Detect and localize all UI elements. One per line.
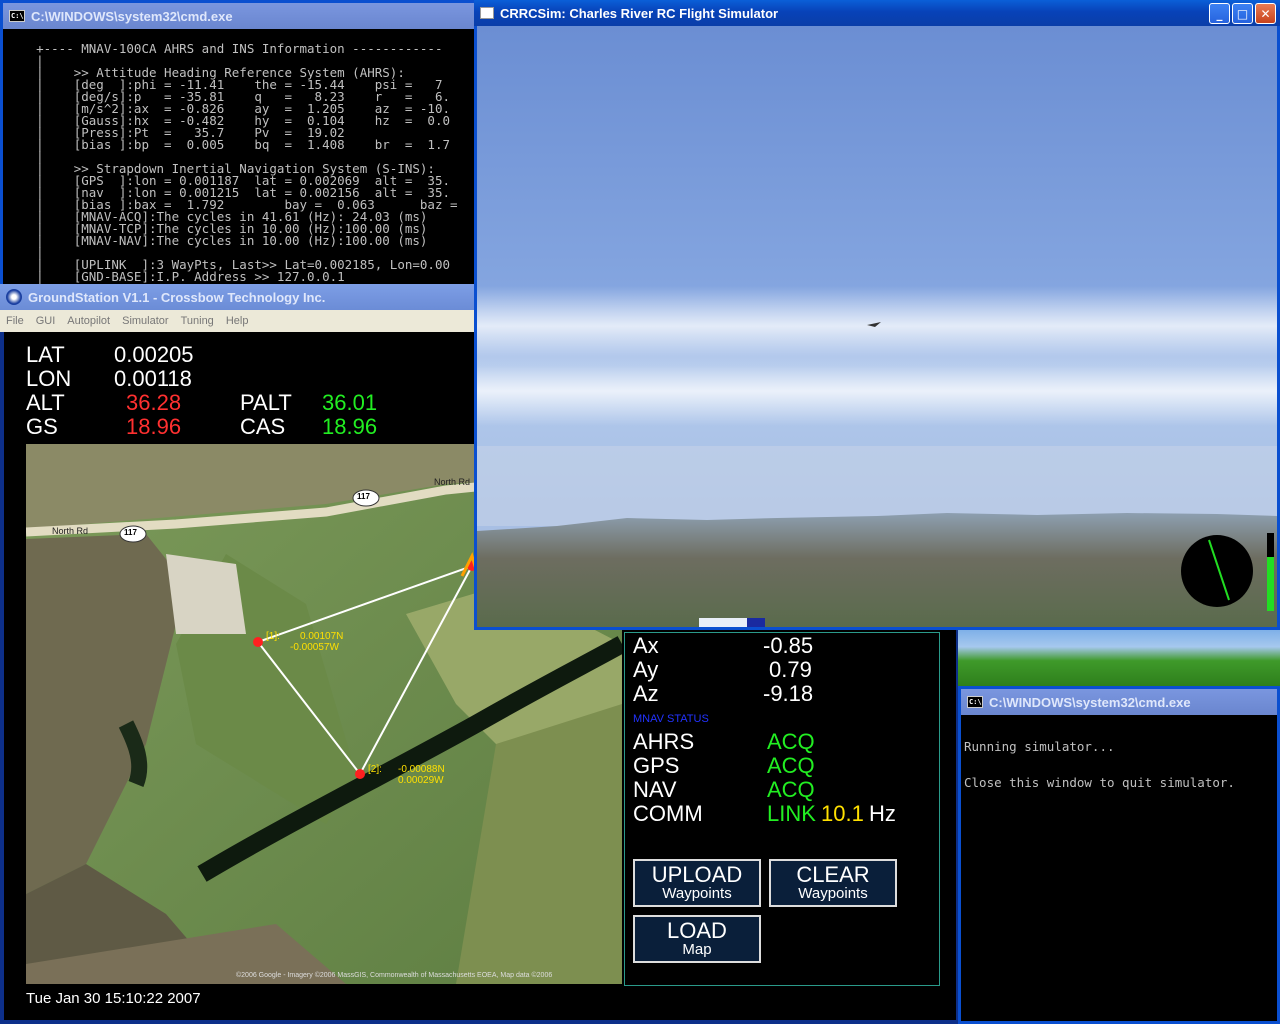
waypoint-1-lon: -0.00057W (290, 642, 339, 653)
clear-button-sublabel: Waypoints (798, 885, 868, 902)
menu-help[interactable]: Help (226, 315, 249, 327)
crrcsim-titlebar[interactable]: CRRCSim: Charles River RC Flight Simulat… (474, 0, 1280, 26)
maximize-icon: □ (1236, 6, 1249, 21)
console-line: Running simulator... (964, 739, 1115, 754)
map-copyright: ©2006 Google - Imagery ©2006 MassGIS, Co… (236, 972, 553, 979)
comm-label: COMM (633, 801, 703, 826)
cmd-icon: C:\ (967, 696, 983, 708)
mnav-status-label: MNAV STATUS (633, 713, 709, 725)
load-button-label: LOAD (667, 918, 727, 943)
ahrs-status: ACQ (767, 729, 815, 754)
gps-label: GPS (633, 753, 680, 778)
gs-label: GS (26, 414, 58, 439)
nav-label: NAV (633, 777, 677, 802)
waypoint-2-label: [2]: (368, 764, 382, 775)
alt-label: ALT (26, 390, 65, 415)
upload-waypoints-button[interactable]: UPLOAD Waypoints (633, 859, 761, 907)
route-shield-117-west: 117 (124, 528, 137, 537)
menu-autopilot[interactable]: Autopilot (67, 315, 110, 327)
waypoint-2-lon: 0.00029W (398, 775, 444, 786)
cmd-top-titlebar[interactable]: C:\ C:\WINDOWS\system32\cmd.exe (3, 3, 477, 29)
palt-value: 36.01 (322, 390, 378, 415)
ax-label: Ax (633, 633, 659, 658)
groundstation-app-icon (6, 289, 22, 305)
close-button[interactable]: ✕ (1255, 3, 1276, 24)
load-button-sublabel: Map (682, 941, 712, 958)
cmd-icon: C:\ (9, 10, 25, 22)
waypoint-2-lat: -0.00088N (398, 764, 445, 775)
sim-3d-view[interactable] (477, 26, 1277, 627)
console-line: | [MNAV-NAV]:The cycles in 10.00 (Hz):10… (6, 233, 428, 248)
road-label-north-rd-west: North Rd (52, 526, 89, 536)
menu-file[interactable]: File (6, 315, 24, 327)
gs-value: 18.96 (126, 414, 182, 439)
console-line: Close this window to quit simulator. (964, 775, 1235, 790)
cmd-bottom-console[interactable]: Running simulator... Close this window t… (961, 715, 1277, 1021)
lon-value: 0.00118 (114, 366, 192, 391)
lon-label: LON (26, 366, 72, 391)
waypoint-1-label: [1]: (266, 631, 280, 642)
cmd-bottom-titlebar[interactable]: C:\ C:\WINDOWS\system32\cmd.exe (961, 689, 1277, 715)
minimize-button[interactable]: _ (1209, 3, 1230, 24)
cmd-window-bottom[interactable]: C:\ C:\WINDOWS\system32\cmd.exe Running … (958, 686, 1280, 1024)
menu-tuning[interactable]: Tuning (181, 315, 214, 327)
cmd-top-title: C:\WINDOWS\system32\cmd.exe (31, 8, 233, 24)
palt-label: PALT (240, 390, 292, 415)
cmd-window-top[interactable]: C:\ C:\WINDOWS\system32\cmd.exe +---- MN… (0, 0, 480, 290)
console-line: | [bias ]:bp = 0.005 bq = 1.408 br = 1.7 (6, 137, 451, 152)
cmd-bottom-title: C:\WINDOWS\system32\cmd.exe (989, 694, 1191, 710)
az-label: Az (633, 681, 659, 706)
menu-simulator[interactable]: Simulator (122, 315, 168, 327)
menu-gui[interactable]: GUI (36, 315, 56, 327)
clear-button-label: CLEAR (796, 862, 870, 887)
crrcsim-title: CRRCSim: Charles River RC Flight Simulat… (500, 5, 779, 21)
console-line: +---- MNAV-100CA AHRS and INS Informatio… (6, 41, 443, 56)
route-shield-117-east: 117 (357, 492, 370, 501)
cmd-top-console[interactable]: +---- MNAV-100CA AHRS and INS Informatio… (3, 29, 477, 287)
gps-status: ACQ (767, 753, 815, 778)
cas-value: 18.96 (322, 414, 378, 439)
crrcsim-app-icon (480, 7, 494, 19)
clear-waypoints-button[interactable]: CLEAR Waypoints (769, 859, 897, 907)
waypoint-1-lat: 0.00107N (300, 631, 344, 642)
close-icon: ✕ (1260, 6, 1271, 21)
crrcsim-window[interactable]: CRRCSim: Charles River RC Flight Simulat… (474, 0, 1280, 630)
lat-label: LAT (26, 342, 65, 367)
lat-value: 0.00205 (114, 342, 194, 367)
sim-scene (477, 286, 1277, 627)
comm-rate: 10.1 (821, 801, 864, 826)
minimize-icon: _ (1216, 6, 1223, 21)
ay-value: 0.79 (769, 657, 812, 682)
groundstation-title: GroundStation V1.1 - Crossbow Technology… (28, 289, 326, 305)
ax-value: -0.85 (763, 633, 814, 658)
comm-unit: Hz (869, 801, 896, 826)
desktop-wallpaper (958, 630, 1280, 686)
ay-label: Ay (633, 657, 659, 682)
upload-button-label: UPLOAD (651, 862, 743, 887)
timestamp: Tue Jan 30 15:10:22 2007 (26, 990, 201, 1007)
alt-value: 36.28 (126, 390, 182, 415)
load-map-button[interactable]: LOAD Map (633, 915, 761, 963)
ahrs-label: AHRS (633, 729, 695, 754)
az-value: -9.18 (763, 681, 814, 706)
maximize-button[interactable]: □ (1232, 3, 1253, 24)
console-line: | [GND-BASE]:I.P. Address >> 127.0.0.1 (6, 269, 345, 284)
nav-status: ACQ (767, 777, 815, 802)
upload-button-sublabel: Waypoints (662, 885, 732, 902)
status-panel: Ax -0.85 Ay 0.79 Az -9.18 MNAV STATUS AH… (624, 632, 940, 986)
road-label-north-rd-east: North Rd (434, 477, 471, 487)
cas-label: CAS (240, 414, 286, 439)
comm-status: LINK (767, 801, 816, 826)
